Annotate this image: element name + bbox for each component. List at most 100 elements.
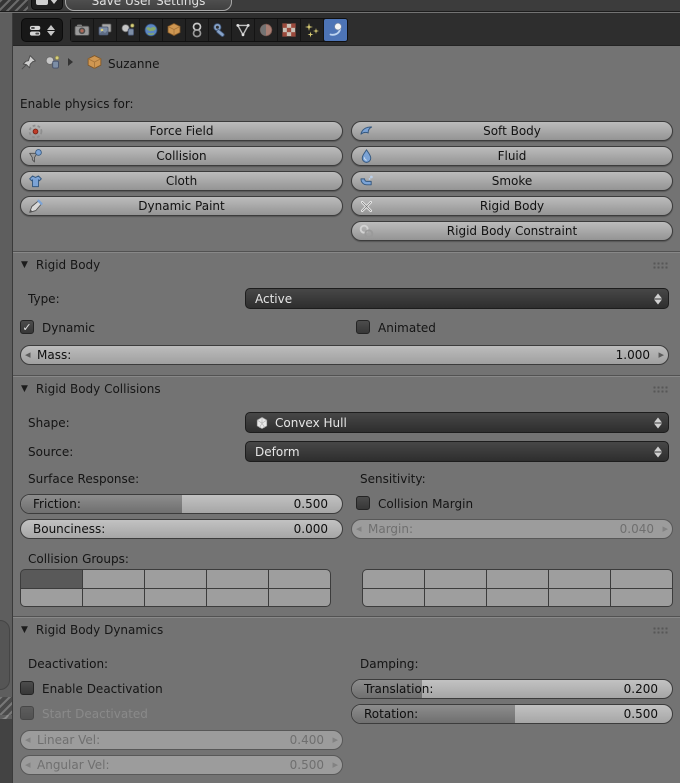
rigid-body-constraint-button[interactable]: Rigid Body Constraint — [351, 221, 673, 241]
rotation-damping-slider[interactable]: Rotation: 0.500 — [351, 704, 673, 724]
tab-object-data[interactable] — [232, 19, 255, 41]
tab-physics[interactable] — [324, 19, 347, 41]
bounciness-slider[interactable]: Bounciness: 0.000 — [20, 519, 343, 539]
collapse-triangle-icon[interactable]: ▼ — [21, 384, 28, 394]
collision-group-toggle[interactable] — [487, 570, 548, 588]
dynamic-paint-button[interactable]: Dynamic Paint — [20, 196, 343, 216]
tab-object[interactable] — [163, 19, 186, 41]
rigid-body-constraint-label: Rigid Body Constraint — [446, 224, 578, 238]
collision-group-toggle[interactable] — [21, 570, 82, 588]
cloth-button[interactable]: Cloth — [20, 171, 343, 191]
collision-group-toggle[interactable] — [21, 588, 82, 606]
collision-group-toggle[interactable] — [425, 588, 486, 606]
triangle-mesh-icon — [236, 24, 250, 37]
left-strip-grip[interactable] — [0, 697, 12, 715]
dropdown-arrows-icon — [654, 446, 662, 457]
translation-damping-slider[interactable]: Translation: 0.200 — [351, 679, 673, 699]
collision-group-toggle[interactable] — [363, 570, 424, 588]
dropdown-arrows-icon — [654, 293, 662, 304]
rigid-body-button[interactable]: Rigid Body — [351, 196, 673, 216]
enable-deactivation-checkbox[interactable] — [20, 681, 34, 695]
shape-label: Shape: — [28, 416, 70, 430]
panel-drag-grip-icon[interactable] — [653, 627, 668, 635]
mass-label: Mass: — [37, 348, 72, 362]
panel-separator — [13, 375, 680, 377]
cloth-shirt-icon — [29, 175, 42, 188]
mass-field[interactable]: ◂ Mass: 1.000 ▸ — [20, 345, 669, 365]
linear-vel-label: Linear Vel: — [37, 733, 101, 747]
tab-particles[interactable] — [301, 19, 324, 41]
tab-modifiers[interactable] — [209, 19, 232, 41]
soft-body-button[interactable]: Soft Body — [351, 121, 673, 141]
source-dropdown[interactable]: Deform — [245, 441, 669, 462]
rigid-body-panel-header[interactable]: ▼ Rigid Body — [21, 258, 100, 272]
increment-arrow-icon: ▸ — [332, 733, 338, 746]
scene-breadcrumb-icon[interactable] — [44, 54, 61, 71]
tab-scene[interactable] — [117, 19, 140, 41]
pin-icon[interactable] — [20, 54, 37, 71]
collision-group-toggle[interactable] — [487, 588, 548, 606]
dynamics-panel-header[interactable]: ▼ Rigid Body Dynamics — [21, 623, 163, 637]
collision-group-toggle[interactable] — [145, 588, 206, 606]
panel-drag-grip-icon[interactable] — [653, 386, 668, 394]
properties-tabs — [70, 18, 348, 42]
collision-group-toggle[interactable] — [611, 588, 672, 606]
fluid-label: Fluid — [497, 149, 527, 163]
collision-group-toggle[interactable] — [83, 588, 144, 606]
soft-body-icon — [360, 126, 373, 135]
angular-vel-label: Angular Vel: — [37, 758, 110, 772]
dynamic-checkbox-label[interactable]: Dynamic — [42, 321, 95, 335]
decrement-arrow-icon[interactable]: ◂ — [25, 348, 31, 361]
soft-body-label: Soft Body — [483, 124, 541, 138]
dynamic-checkbox[interactable]: ✓ — [20, 320, 34, 334]
tab-texture[interactable] — [278, 19, 301, 41]
collision-group-toggle[interactable] — [549, 570, 610, 588]
collision-group-toggle[interactable] — [425, 570, 486, 588]
tab-constraints[interactable] — [186, 19, 209, 41]
increment-arrow-icon[interactable]: ▸ — [658, 348, 664, 361]
force-field-button[interactable]: Force Field — [20, 121, 343, 141]
area-corner-grip[interactable] — [0, 0, 28, 11]
editor-type-selector[interactable] — [21, 18, 63, 42]
collapse-triangle-icon[interactable]: ▼ — [21, 260, 28, 270]
collision-icon — [29, 149, 42, 163]
collision-groups-block-1 — [20, 569, 331, 607]
collision-group-toggle[interactable] — [83, 570, 144, 588]
angular-velocity-field: ◂ Angular Vel: 0.500 ▸ — [20, 755, 343, 775]
tab-render[interactable] — [71, 19, 94, 41]
animated-checkbox[interactable] — [356, 320, 370, 334]
rigid-body-panel-title: Rigid Body — [35, 258, 101, 272]
collision-button[interactable]: Collision — [20, 146, 343, 166]
panel-drag-grip-icon[interactable] — [653, 262, 668, 270]
collision-group-toggle[interactable] — [269, 570, 330, 588]
collision-group-toggle[interactable] — [207, 588, 268, 606]
collision-group-toggle[interactable] — [363, 588, 424, 606]
enable-deactivation-label[interactable]: Enable Deactivation — [42, 682, 163, 696]
collision-group-toggle[interactable] — [145, 570, 206, 588]
object-cube-icon[interactable] — [86, 54, 103, 71]
decrement-arrow-icon: ◂ — [25, 758, 31, 771]
collision-group-toggle[interactable] — [269, 588, 330, 606]
tab-material[interactable] — [255, 19, 278, 41]
type-dropdown[interactable]: Active — [245, 288, 669, 309]
collision-group-toggle[interactable] — [611, 570, 672, 588]
shape-dropdown[interactable]: Convex Hull — [245, 412, 669, 433]
bounciness-value: 0.000 — [293, 522, 328, 536]
collision-margin-label[interactable]: Collision Margin — [378, 497, 473, 511]
friction-slider[interactable]: Friction: 0.500 — [20, 494, 343, 514]
collision-group-toggle[interactable] — [549, 588, 610, 606]
animated-checkbox-label[interactable]: Animated — [378, 321, 436, 335]
editor-type-menu-button[interactable] — [31, 0, 63, 10]
fluid-button[interactable]: Fluid — [351, 146, 673, 166]
rotation-value: 0.500 — [623, 707, 658, 721]
breadcrumb-object-name[interactable]: Suzanne — [108, 57, 159, 71]
collisions-panel-header[interactable]: ▼ Rigid Body Collisions — [21, 382, 161, 396]
tab-render-layers[interactable] — [94, 19, 117, 41]
dynamic-paint-label: Dynamic Paint — [138, 199, 225, 213]
save-user-settings-button[interactable]: Save User Settings — [65, 0, 232, 11]
smoke-button[interactable]: Smoke — [351, 171, 673, 191]
collision-margin-checkbox[interactable] — [356, 496, 370, 510]
tab-world[interactable] — [140, 19, 163, 41]
collision-group-toggle[interactable] — [207, 570, 268, 588]
collapse-triangle-icon[interactable]: ▼ — [21, 625, 28, 635]
